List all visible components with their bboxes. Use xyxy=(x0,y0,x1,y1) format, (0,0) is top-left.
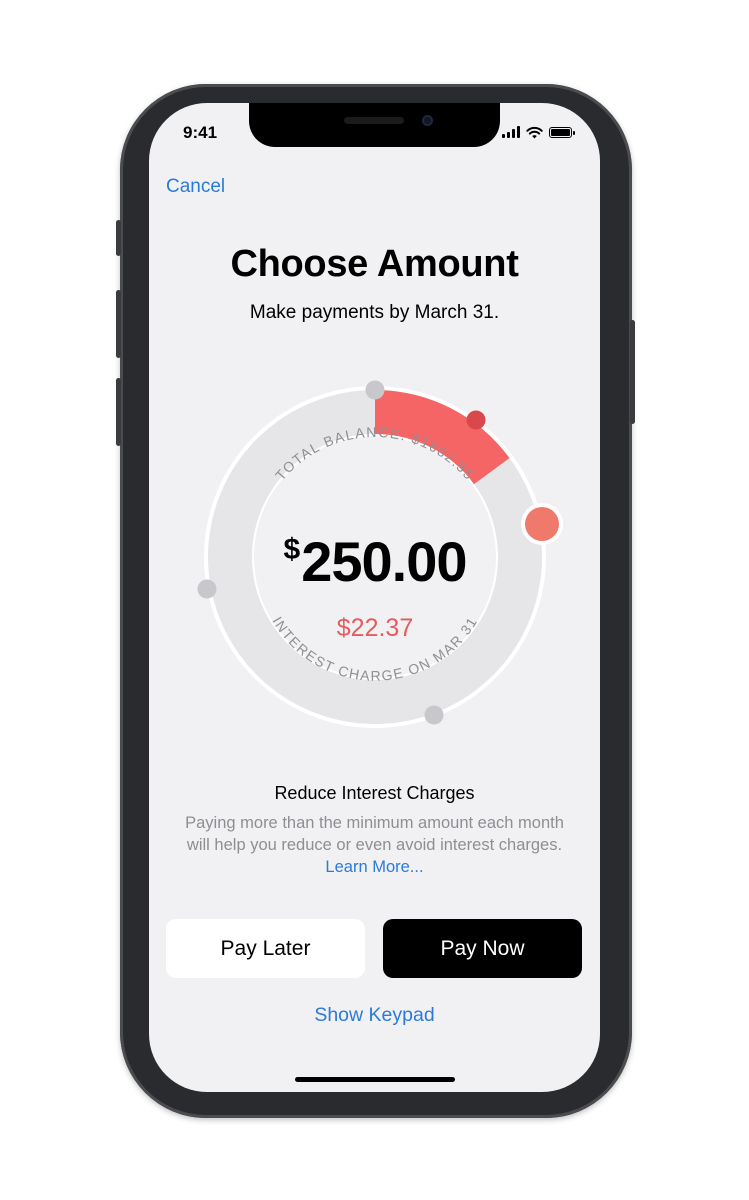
volume-down-button xyxy=(116,378,121,446)
interest-amount: $22.37 xyxy=(336,614,414,642)
volume-up-button xyxy=(116,290,121,358)
show-keypad-button[interactable]: Show Keypad xyxy=(149,1004,600,1027)
earpiece-speaker xyxy=(344,117,404,124)
battery-icon xyxy=(549,126,575,138)
dial-marker-bottom xyxy=(424,705,444,725)
silent-switch xyxy=(116,220,121,256)
front-camera xyxy=(422,115,433,126)
amount-value: 250.00 xyxy=(301,530,467,593)
payment-amount: $250.00 xyxy=(180,529,570,594)
cellular-signal-icon xyxy=(502,126,520,138)
status-icons xyxy=(502,125,575,139)
dial-marker-minimum xyxy=(466,410,486,430)
currency-symbol: $ xyxy=(283,533,301,566)
status-time: 9:41 xyxy=(183,123,218,142)
side-button xyxy=(630,320,635,424)
wifi-icon xyxy=(526,126,543,138)
learn-more-link[interactable]: Learn More... xyxy=(325,858,423,876)
pay-later-button[interactable]: Pay Later xyxy=(166,919,365,978)
page-title: Choose Amount xyxy=(230,243,519,285)
info-title: Reduce Interest Charges xyxy=(274,783,475,803)
home-indicator xyxy=(295,1077,455,1082)
page-subtitle: Make payments by March 31. xyxy=(249,302,500,323)
screen: 9:41 Cancel Choose Amount Make payments … xyxy=(149,103,600,1092)
notch xyxy=(249,103,500,147)
payment-dial[interactable]: TOTAL BALANCE: $1682.55 INTEREST CHARGE … xyxy=(180,362,570,752)
pay-now-button[interactable]: Pay Now xyxy=(383,919,582,978)
info-text: Paying more than the minimum amount each… xyxy=(185,812,564,878)
cancel-button[interactable]: Cancel xyxy=(166,176,225,198)
dial-marker-top xyxy=(365,380,385,400)
info-body: Paying more than the minimum amount each… xyxy=(185,814,564,854)
